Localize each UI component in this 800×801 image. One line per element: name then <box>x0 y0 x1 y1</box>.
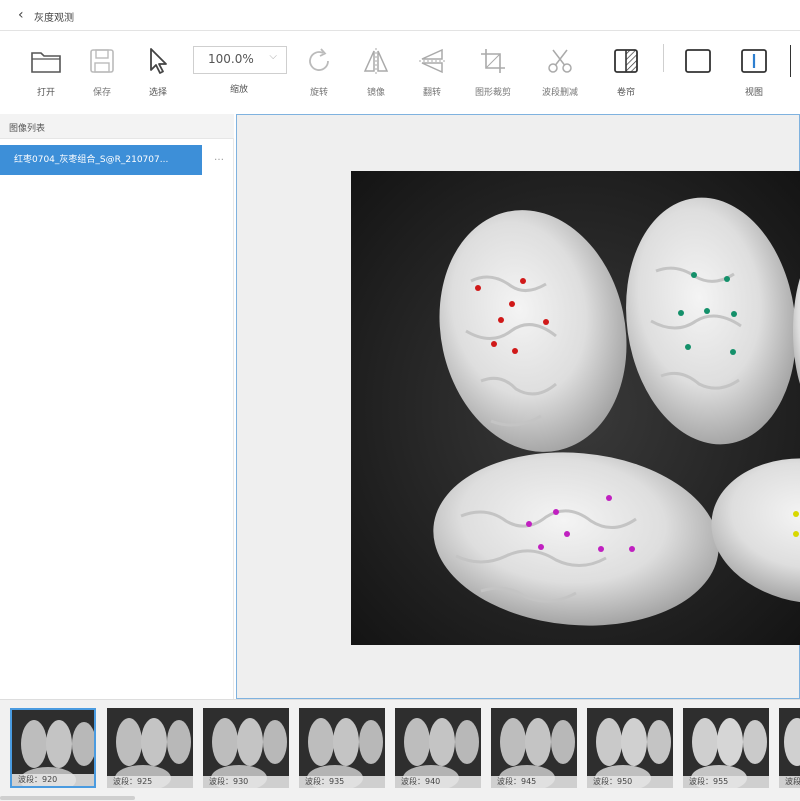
sample-point[interactable] <box>543 319 549 325</box>
sample-point[interactable] <box>629 546 635 552</box>
roll-label: 卷帘 <box>616 88 635 98</box>
filmstrip-scrollbar[interactable] <box>0 796 135 800</box>
scissors-icon <box>536 45 584 77</box>
sample-point[interactable] <box>793 531 799 537</box>
sample-point[interactable] <box>553 509 559 515</box>
rotate-icon <box>295 45 343 77</box>
flip-icon <box>408 45 456 77</box>
single-view-button[interactable] <box>674 45 722 85</box>
folder-icon <box>22 45 70 77</box>
sample-point[interactable] <box>731 311 737 317</box>
panel-divider <box>233 138 234 699</box>
more-icon[interactable]: … <box>214 152 224 163</box>
crop-icon <box>469 45 517 77</box>
split-view-icon <box>730 45 778 77</box>
roll-button[interactable]: 卷帘 <box>602 45 650 98</box>
band-cut-label: 波段删减 <box>541 88 578 98</box>
band-label: 波段：925 <box>107 776 193 788</box>
image-list-title: 图像列表 <box>9 124 46 134</box>
band-filmstrip: 波段：920 波段：925 波段：930 波段：935 波段：940 波段：94… <box>0 699 800 801</box>
zoom-value: 100.0% <box>208 52 254 66</box>
single-view-icon <box>674 45 722 77</box>
toolbar: 打开 保存 选择 100.0% ⌵ 缩放 旋转 镜像 翻转 图形裁剪 波段删减 … <box>0 31 800 109</box>
band-thumbnail[interactable]: 波段：955 <box>683 708 769 788</box>
jujube-image-svg <box>351 171 800 645</box>
cursor-icon <box>134 45 182 77</box>
toolbar-overflow-icon[interactable] <box>790 45 800 77</box>
sample-point[interactable] <box>606 495 612 501</box>
band-thumbnail[interactable]: 波段：920 <box>10 708 96 788</box>
sample-point[interactable] <box>520 278 526 284</box>
view-label: 视图 <box>744 88 763 98</box>
sample-point[interactable] <box>704 308 710 314</box>
sample-point[interactable] <box>685 344 691 350</box>
band-label: 波段：930 <box>203 776 289 788</box>
view-button[interactable]: 视图 <box>730 45 778 98</box>
zoom-label: 缩放 <box>229 85 248 95</box>
sample-point[interactable] <box>564 531 570 537</box>
mirror-label: 镜像 <box>366 88 385 98</box>
sample-point[interactable] <box>730 349 736 355</box>
flip-label: 翻转 <box>422 88 441 98</box>
band-cut-button[interactable]: 波段删减 <box>536 45 584 98</box>
toolbar-divider <box>663 44 664 72</box>
band-label: 波段：945 <box>491 776 577 788</box>
image-list-panel: 图像列表 红枣0704_灰枣组合_S@R_210707... … <box>0 114 234 699</box>
mirror-icon <box>352 45 400 77</box>
select-button[interactable]: 选择 <box>134 45 182 98</box>
sample-point[interactable] <box>475 285 481 291</box>
sample-point[interactable] <box>793 511 799 517</box>
save-button[interactable]: 保存 <box>78 45 126 98</box>
band-thumbnail[interactable]: 波段：930 <box>203 708 289 788</box>
title-bar: ‹ 灰度观测 <box>0 0 800 31</box>
band-thumbnail[interactable]: 波段：935 <box>299 708 385 788</box>
band-thumbnail[interactable]: 波段： <box>779 708 800 788</box>
sample-point[interactable] <box>678 310 684 316</box>
sample-point[interactable] <box>509 301 515 307</box>
sample-point[interactable] <box>598 546 604 552</box>
window-title: 灰度观测 <box>34 13 74 24</box>
crop-button[interactable]: 图形裁剪 <box>469 45 517 98</box>
chevron-down-icon: ⌵ <box>269 51 277 62</box>
image-canvas[interactable] <box>236 114 800 699</box>
sample-point[interactable] <box>512 348 518 354</box>
image-list-header: 图像列表 <box>0 114 234 139</box>
save-icon <box>78 45 126 77</box>
sample-point[interactable] <box>498 317 504 323</box>
band-thumbnail[interactable]: 波段：925 <box>107 708 193 788</box>
band-label: 波段：935 <box>299 776 385 788</box>
band-label: 波段：950 <box>587 776 673 788</box>
open-button[interactable]: 打开 <box>22 45 70 98</box>
hyperspectral-image[interactable] <box>351 171 800 645</box>
sample-point[interactable] <box>724 276 730 282</box>
band-label: 波段：920 <box>12 774 94 786</box>
band-thumbnail[interactable]: 波段：940 <box>395 708 481 788</box>
sample-point[interactable] <box>538 544 544 550</box>
band-label: 波段： <box>779 776 800 788</box>
band-thumbnail[interactable]: 波段：950 <box>587 708 673 788</box>
crop-label: 图形裁剪 <box>474 88 511 98</box>
save-label: 保存 <box>92 88 111 98</box>
mirror-button[interactable]: 镜像 <box>352 45 400 98</box>
rotate-label: 旋转 <box>309 88 328 98</box>
sample-point[interactable] <box>491 341 497 347</box>
back-icon[interactable]: ‹ <box>18 7 24 23</box>
sample-point[interactable] <box>526 521 532 527</box>
open-label: 打开 <box>36 88 55 98</box>
rotate-button[interactable]: 旋转 <box>295 45 343 98</box>
zoom-select[interactable]: 100.0% ⌵ <box>193 46 287 74</box>
select-label: 选择 <box>148 88 167 98</box>
curtain-icon <box>602 45 650 77</box>
band-label: 波段：940 <box>395 776 481 788</box>
image-list-item[interactable]: 红枣0704_灰枣组合_S@R_210707... <box>0 145 202 175</box>
band-label: 波段：955 <box>683 776 769 788</box>
flip-button[interactable]: 翻转 <box>408 45 456 98</box>
sample-point[interactable] <box>691 272 697 278</box>
band-thumbnail[interactable]: 波段：945 <box>491 708 577 788</box>
